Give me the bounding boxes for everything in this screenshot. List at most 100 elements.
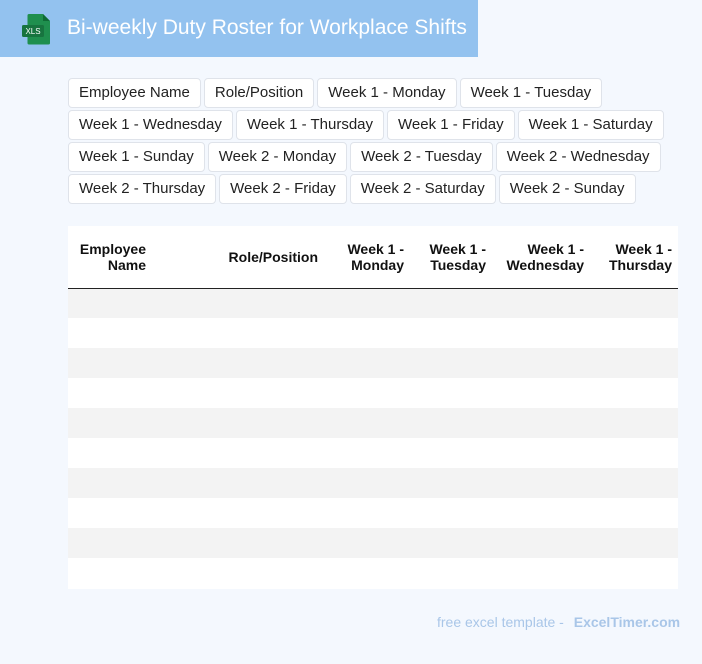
table-row — [68, 348, 678, 378]
field-chip[interactable]: Week 1 - Saturday — [517, 110, 664, 140]
roster-table-container[interactable]: Employee Name Role/Position Week 1 - Monda… — [68, 226, 678, 589]
field-chip[interactable]: Week 2 - Monday — [207, 142, 348, 172]
table-cell[interactable] — [154, 318, 326, 348]
table-cell[interactable] — [68, 438, 154, 468]
table-cell[interactable] — [494, 528, 592, 558]
table-cell[interactable] — [592, 438, 678, 468]
table-cell[interactable] — [412, 468, 494, 498]
column-header: Employee Name — [68, 226, 154, 289]
table-cell[interactable] — [154, 498, 326, 528]
xls-file-icon: XLS — [22, 14, 50, 45]
field-chip[interactable]: Week 1 - Friday — [387, 110, 515, 140]
field-chip[interactable]: Employee Name — [68, 78, 201, 108]
table-cell[interactable] — [68, 468, 154, 498]
table-cell[interactable] — [412, 348, 494, 378]
table-cell[interactable] — [494, 438, 592, 468]
table-cell[interactable] — [326, 288, 412, 318]
table-cell[interactable] — [412, 438, 494, 468]
field-chip[interactable]: Week 2 - Thursday — [68, 174, 217, 204]
table-cell[interactable] — [68, 318, 154, 348]
table-cell[interactable] — [412, 378, 494, 408]
field-chip[interactable]: Week 2 - Wednesday — [495, 142, 661, 172]
table-cell[interactable] — [494, 498, 592, 528]
field-chip[interactable]: Week 2 - Tuesday — [350, 142, 493, 172]
table-cell[interactable] — [412, 408, 494, 438]
table-cell[interactable] — [592, 348, 678, 378]
table-cell[interactable] — [326, 528, 412, 558]
footer-label: free excel template - — [437, 614, 564, 630]
table-row — [68, 318, 678, 348]
table-cell[interactable] — [68, 528, 154, 558]
title-bar: XLS Bi-weekly Duty Roster for Workplace … — [0, 0, 478, 57]
page-title: Bi-weekly Duty Roster for Workplace Shif… — [67, 16, 467, 39]
table-cell[interactable] — [154, 468, 326, 498]
table-cell[interactable] — [592, 318, 678, 348]
table-cell[interactable] — [494, 378, 592, 408]
table-cell[interactable] — [412, 528, 494, 558]
field-chip[interactable]: Week 1 - Monday — [317, 78, 457, 108]
table-row — [68, 288, 678, 318]
table-cell[interactable] — [592, 528, 678, 558]
table-cell[interactable] — [154, 378, 326, 408]
table-cell[interactable] — [154, 438, 326, 468]
column-header: Week 1 - Thursday — [592, 226, 678, 289]
table-cell[interactable] — [68, 408, 154, 438]
table-cell[interactable] — [326, 348, 412, 378]
table-cell[interactable] — [494, 468, 592, 498]
table-cell[interactable] — [68, 348, 154, 378]
table-row — [68, 528, 678, 558]
column-header: Week 1 - Tuesday — [412, 226, 494, 289]
table-cell[interactable] — [412, 498, 494, 528]
table-cell[interactable] — [68, 288, 154, 318]
table-cell[interactable] — [326, 318, 412, 348]
table-cell[interactable] — [154, 408, 326, 438]
table-cell[interactable] — [154, 348, 326, 378]
column-header: Role/Position — [154, 226, 326, 289]
table-cell[interactable] — [412, 288, 494, 318]
field-chip[interactable]: Week 1 - Tuesday — [459, 78, 603, 108]
table-row — [68, 438, 678, 468]
table-cell[interactable] — [494, 348, 592, 378]
table-row — [68, 468, 678, 498]
table-cell[interactable] — [412, 318, 494, 348]
table-cell[interactable] — [592, 498, 678, 528]
table-cell[interactable] — [592, 408, 678, 438]
table-cell[interactable] — [412, 558, 494, 588]
table-cell[interactable] — [68, 558, 154, 588]
footer-credit: free excel template - ExcelTimer.com — [437, 614, 680, 630]
table-cell[interactable] — [494, 288, 592, 318]
column-header: Week 1 - Wednesday — [494, 226, 592, 289]
table-row — [68, 498, 678, 528]
table-cell[interactable] — [154, 558, 326, 588]
table-body — [68, 288, 678, 588]
table-cell[interactable] — [592, 288, 678, 318]
table-cell[interactable] — [326, 468, 412, 498]
field-chip[interactable]: Week 1 - Sunday — [68, 142, 205, 172]
footer-brand-link[interactable]: ExcelTimer.com — [574, 614, 680, 630]
table-cell[interactable] — [68, 378, 154, 408]
field-chip[interactable]: Week 2 - Sunday — [498, 174, 636, 204]
column-header: Week 1 - Monday — [326, 226, 412, 289]
table-cell[interactable] — [326, 378, 412, 408]
field-chip[interactable]: Role/Position — [203, 78, 315, 108]
table-cell[interactable] — [592, 378, 678, 408]
table-row — [68, 408, 678, 438]
roster-table: Employee Name Role/Position Week 1 - Monda… — [68, 226, 678, 588]
table-cell[interactable] — [326, 408, 412, 438]
field-chip[interactable]: Week 1 - Thursday — [235, 110, 385, 140]
field-chip[interactable]: Week 2 - Saturday — [349, 174, 496, 204]
table-cell[interactable] — [154, 288, 326, 318]
table-cell[interactable] — [592, 468, 678, 498]
table-cell[interactable] — [494, 558, 592, 588]
table-cell[interactable] — [68, 498, 154, 528]
table-cell[interactable] — [326, 438, 412, 468]
field-chip[interactable]: Week 2 - Friday — [219, 174, 347, 204]
table-cell[interactable] — [494, 318, 592, 348]
table-cell[interactable] — [326, 558, 412, 588]
table-cell[interactable] — [592, 558, 678, 588]
xls-icon-label: XLS — [25, 27, 40, 36]
field-chip[interactable]: Week 1 - Wednesday — [68, 110, 233, 140]
table-cell[interactable] — [494, 408, 592, 438]
table-cell[interactable] — [154, 528, 326, 558]
table-cell[interactable] — [326, 498, 412, 528]
